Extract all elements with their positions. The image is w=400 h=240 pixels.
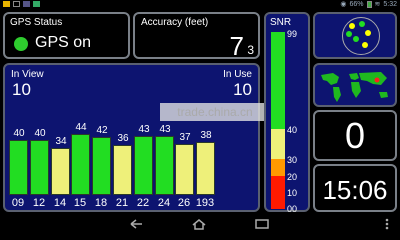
navigation-bar [0,214,400,234]
snr-tick-40: 40 [287,125,298,135]
snr-orange-segment [271,159,285,176]
satellite-prn-label: 22 [136,197,150,209]
clock-panel[interactable]: 15:06 [313,164,397,212]
gps-status-indicator [14,37,28,51]
accuracy-panel[interactable]: Accuracy (feet) 7 3 [133,12,260,61]
snr-bar [134,136,153,195]
battery-icon [366,1,372,8]
gps-status-label: GPS Status [10,17,63,28]
satellite-prn-label: 14 [53,197,67,209]
gallery-icon [23,1,30,7]
snr-tick-30: 30 [287,155,298,165]
in-view-value: 10 [12,80,31,99]
menu-icon[interactable] [378,217,396,231]
in-use-label: In Use [223,69,252,80]
status-time: 5:32 [383,1,397,8]
world-map-icon [321,72,388,102]
satellite-prn-label: 15 [73,197,87,209]
snr-bar-value-label: 34 [55,136,67,147]
satellite-prn-label: 24 [157,197,171,209]
speed-value: 0 [344,115,366,156]
recent-apps-icon[interactable] [253,217,271,231]
sky-satellite-dot [346,31,352,37]
snr-bar [196,142,215,195]
notification-icon [3,1,10,7]
wifi-icon: ≋ [374,1,381,8]
snr-yellow-segment [271,129,285,159]
snr-tick-20: 20 [287,172,298,182]
accuracy-value: 7 [229,31,244,61]
snr-bar-value-label: 40 [13,128,25,139]
satellite-prn-label: 21 [115,197,129,209]
snr-bar [71,134,90,195]
snr-bar [51,148,70,195]
snr-bar-value-label: 43 [159,124,171,135]
back-icon[interactable] [127,217,145,231]
satellite-prn-label: 26 [177,197,191,209]
snr-scale-panel: SNR 99 40 30 20 10 00 [264,12,310,214]
snr-bar-chart: 40 40 34 44 42 36 43 43 37 38 [9,119,221,195]
snr-bar [9,140,28,195]
snr-bar [92,137,111,195]
status-bar: ◉ 66% ≋ 5:32 [0,0,400,9]
snr-bar-value-label: 37 [179,132,191,143]
gps-status-value: GPS on [35,34,92,51]
clock-value: 15:06 [322,175,388,205]
accuracy-label: Accuracy (feet) [141,17,209,28]
gps-status-panel[interactable]: GPS Status GPS on [3,12,130,59]
snr-red-segment [271,176,285,209]
snr-bar [113,145,132,195]
battery-percent: 66% [349,1,364,8]
satellite-prn-label: 09 [11,197,25,209]
satellite-prn-label: 18 [94,197,108,209]
screenshot-icon [13,1,20,7]
snr-bar-value-label: 36 [117,133,129,144]
in-view-label: In View [11,69,44,80]
sky-satellite-dot [353,36,359,42]
world-map-panel[interactable] [313,63,397,107]
sky-view-panel[interactable] [313,12,397,59]
location-icon: ◉ [340,1,347,8]
snr-tick-10: 10 [287,188,298,198]
speed-panel[interactable]: 0 [313,110,397,161]
snr-label: SNR [270,17,292,28]
snr-bar-value-label: 40 [34,128,46,139]
snr-bar [30,140,49,195]
snr-bar-value-label: 43 [138,124,150,135]
watermark: trade.china.cn [160,103,270,121]
snr-green-segment [271,32,285,129]
accuracy-sub-value: 3 [247,43,254,57]
home-icon[interactable] [190,217,208,231]
satellites-panel[interactable]: In View 10 In Use 10 40 40 34 44 42 36 43 43 37 3… [3,63,270,212]
snr-bar [175,144,194,195]
satellite-prn-label: 12 [32,197,46,209]
snr-bar [155,136,174,195]
app-icon [33,1,40,7]
in-use-value: 10 [233,80,252,99]
status-right: ◉ 66% ≋ 5:32 [340,0,397,9]
snr-tick-99: 99 [287,29,298,39]
sky-satellite-dot [349,23,355,29]
snr-bar-value-label: 44 [75,122,87,133]
snr-tick-00: 00 [287,204,298,214]
snr-bar-value-label: 42 [96,125,108,136]
sky-satellite-dot [362,42,368,48]
sky-satellite-dot [359,21,365,27]
sky-satellite-dot [365,30,371,36]
snr-bar-value-label: 38 [200,130,212,141]
satellite-prn-label: 193 [195,197,215,209]
